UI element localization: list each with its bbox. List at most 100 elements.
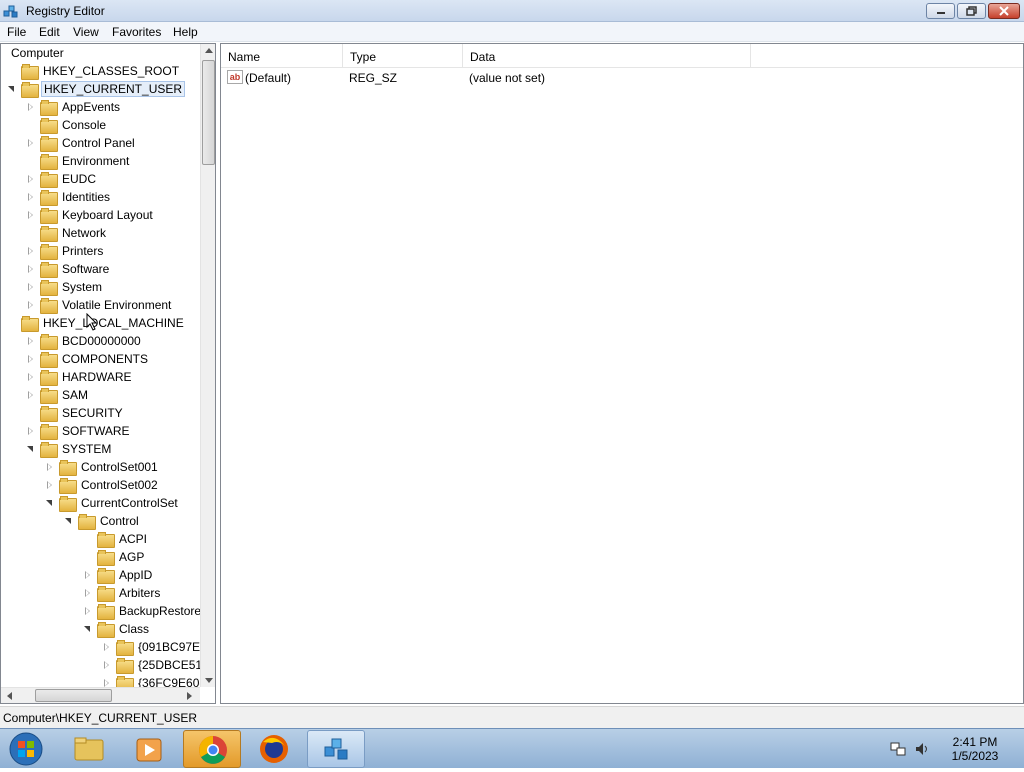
expand-arrow-icon[interactable] [102, 660, 112, 670]
tree-item[interactable]: Control Panel [26, 134, 137, 152]
tree-item[interactable]: Software [26, 260, 111, 278]
tree-item[interactable]: Network [26, 224, 108, 242]
expand-arrow-icon[interactable] [26, 138, 36, 148]
collapse-arrow-icon[interactable] [83, 624, 93, 634]
title-bar[interactable]: Registry Editor [0, 0, 1024, 22]
expand-arrow-icon[interactable] [26, 300, 36, 310]
expand-arrow-icon[interactable] [26, 102, 36, 112]
taskbar-firefox[interactable] [245, 730, 303, 768]
expand-arrow-icon[interactable] [45, 480, 55, 490]
close-button[interactable] [988, 3, 1020, 19]
collapse-arrow-icon[interactable] [26, 444, 36, 454]
tree-vertical-scrollbar[interactable] [200, 44, 215, 687]
expand-arrow-icon[interactable] [83, 588, 93, 598]
scroll-down-icon[interactable] [205, 678, 213, 683]
tree-item-label: HKEY_LOCAL_MACHINE [43, 316, 184, 330]
expand-arrow-icon[interactable] [26, 336, 36, 346]
expand-arrow-icon[interactable] [83, 606, 93, 616]
scroll-right-icon[interactable] [187, 692, 192, 700]
list-row[interactable]: ab (Default) REG_SZ (value not set) [221, 68, 1023, 88]
network-icon[interactable] [890, 741, 906, 757]
scroll-left-icon[interactable] [7, 692, 12, 700]
clock[interactable]: 2:41 PM 1/5/2023 [940, 735, 1010, 763]
tree-item-label: Console [62, 118, 107, 132]
column-name[interactable]: Name [221, 44, 343, 68]
scroll-up-icon[interactable] [205, 48, 213, 53]
tree-item[interactable]: Printers [26, 242, 105, 260]
tree-item[interactable]: {25DBCE51-6C [102, 656, 215, 674]
tree-item[interactable]: Environment [26, 152, 131, 170]
tree-root[interactable]: Computer [9, 44, 66, 62]
expand-arrow-icon[interactable] [26, 264, 36, 274]
collapse-arrow-icon[interactable] [7, 84, 17, 94]
start-button[interactable] [6, 730, 46, 768]
tree-item[interactable]: Identities [26, 188, 112, 206]
expand-arrow-icon[interactable] [26, 390, 36, 400]
tree-item[interactable]: Console [26, 116, 108, 134]
key-tree[interactable]: Computer HKEY_CLASSES_ROOT HKEY_CURRENT_U… [0, 43, 216, 704]
folder-icon [40, 406, 58, 422]
menu-view[interactable]: View [73, 25, 99, 39]
tree-item[interactable]: SAM [26, 386, 90, 404]
collapse-arrow-icon[interactable] [64, 516, 74, 526]
tree-item[interactable]: System [26, 278, 104, 296]
tree-item[interactable]: HKEY_CLASSES_ROOT [7, 62, 181, 80]
taskbar-explorer[interactable] [60, 730, 118, 768]
taskbar-registry-editor[interactable] [307, 730, 365, 768]
column-type[interactable]: Type [343, 44, 463, 68]
expand-arrow-icon[interactable] [102, 642, 112, 652]
taskbar-media-player[interactable] [120, 730, 178, 768]
folder-icon [21, 64, 39, 80]
tree-item[interactable]: SOFTWARE [26, 422, 132, 440]
media-player-icon [136, 738, 162, 762]
tree-item[interactable]: BackupRestore [83, 602, 203, 620]
menu-favorites[interactable]: Favorites [112, 25, 161, 39]
scroll-thumb-horizontal[interactable] [35, 689, 112, 702]
tree-item[interactable]: COMPONENTS [26, 350, 150, 368]
minimize-button[interactable] [926, 3, 955, 19]
tree-item[interactable]: BCD00000000 [26, 332, 143, 350]
expand-arrow-icon[interactable] [83, 570, 93, 580]
menu-file[interactable]: File [7, 25, 26, 39]
tree-item[interactable]: Volatile Environment [26, 296, 173, 314]
tree-item[interactable]: ControlSet002 [45, 476, 160, 494]
expand-arrow-icon[interactable] [26, 354, 36, 364]
expand-arrow-icon[interactable] [26, 282, 36, 292]
collapse-arrow-icon[interactable] [45, 498, 55, 508]
tree-item[interactable]: AppEvents [26, 98, 122, 116]
folder-icon [40, 262, 58, 278]
expand-arrow-icon[interactable] [26, 210, 36, 220]
tree-item[interactable]: Class [83, 620, 151, 638]
tree-item[interactable]: HARDWARE [26, 368, 134, 386]
tree-item[interactable]: AGP [83, 548, 146, 566]
expand-arrow-icon[interactable] [26, 192, 36, 202]
expand-arrow-icon[interactable] [26, 174, 36, 184]
tree-horizontal-scrollbar[interactable] [1, 687, 200, 703]
tree-item[interactable]: CurrentControlSet [45, 494, 180, 512]
scroll-thumb[interactable] [202, 60, 215, 165]
folder-icon [40, 388, 58, 404]
values-list[interactable]: Name Type Data ab (Default) REG_SZ (valu… [220, 43, 1024, 704]
expand-arrow-icon[interactable] [26, 246, 36, 256]
menu-edit[interactable]: Edit [39, 25, 60, 39]
tree-item[interactable]: EUDC [26, 170, 98, 188]
tree-item[interactable]: Arbiters [83, 584, 162, 602]
taskbar-chrome[interactable] [183, 730, 241, 768]
tree-item[interactable]: HKEY_CURRENT_USER [7, 80, 186, 98]
tree-item[interactable]: ControlSet001 [45, 458, 160, 476]
menu-help[interactable]: Help [173, 25, 198, 39]
tree-item[interactable]: Control [64, 512, 141, 530]
tree-item[interactable]: ACPI [83, 530, 149, 548]
column-data[interactable]: Data [463, 44, 751, 68]
tree-item[interactable]: SYSTEM [26, 440, 113, 458]
tree-item[interactable]: AppID [83, 566, 154, 584]
expand-arrow-icon[interactable] [26, 372, 36, 382]
restore-button[interactable] [957, 3, 986, 19]
tree-item[interactable]: {091BC97E-23 [102, 638, 215, 656]
tree-item-label: Class [119, 622, 150, 636]
expand-arrow-icon[interactable] [26, 426, 36, 436]
tree-item[interactable]: Keyboard Layout [26, 206, 155, 224]
expand-arrow-icon[interactable] [45, 462, 55, 472]
volume-icon[interactable] [914, 741, 930, 757]
tree-item[interactable]: SECURITY [26, 404, 125, 422]
